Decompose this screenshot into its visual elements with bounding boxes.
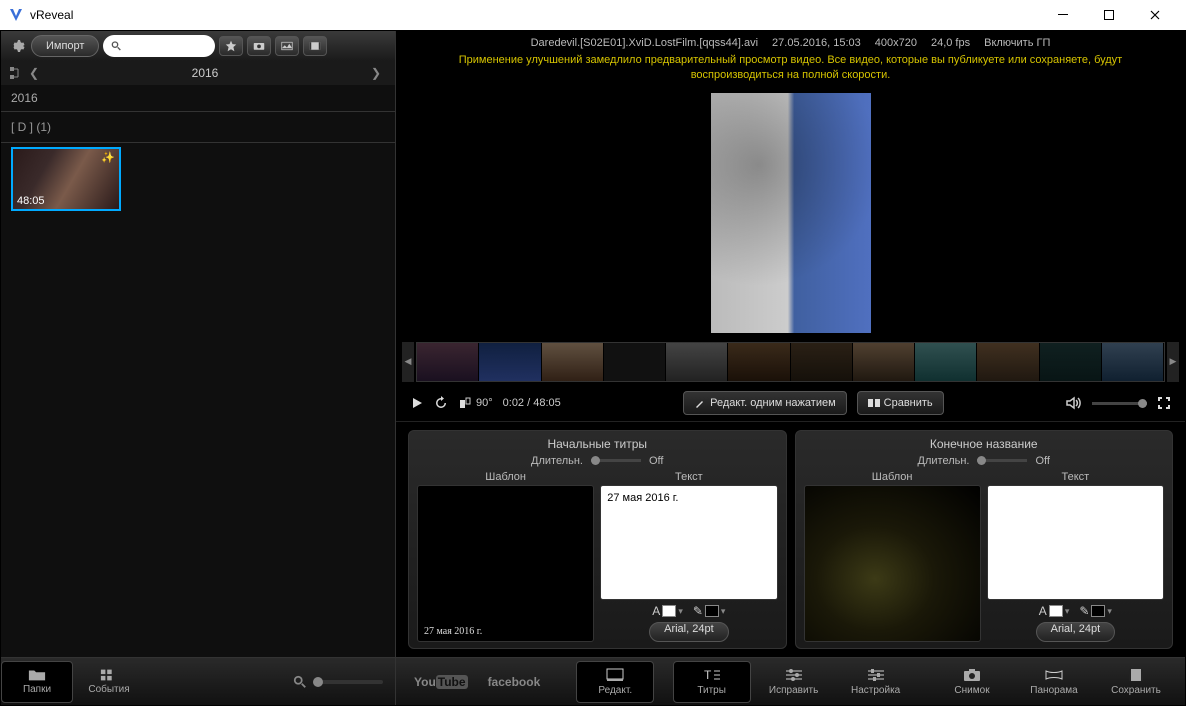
start-text-color[interactable]: A▾ xyxy=(652,604,683,618)
tab-snapshot[interactable]: Снимок xyxy=(933,661,1011,703)
video-fps: 24,0 fps xyxy=(931,37,970,49)
prev-year-button[interactable]: ❮ xyxy=(23,66,45,80)
tab-fix[interactable]: Исправить xyxy=(755,661,833,703)
warning-message: Применение улучшений замедлило предварит… xyxy=(396,51,1185,88)
youtube-button[interactable]: YouTube xyxy=(406,675,476,689)
fullscreen-button[interactable] xyxy=(1157,396,1171,410)
video-resolution: 400x720 xyxy=(875,37,917,49)
video-thumbnail[interactable]: ✨ 48:05 xyxy=(11,147,121,211)
start-titles-panel: Начальные титры Длительн. Off Шаблон 27 … xyxy=(408,430,787,649)
titles-icon: T xyxy=(702,667,722,683)
timeline-scroll-right[interactable]: ▶ xyxy=(1167,342,1179,382)
video-preview[interactable] xyxy=(396,88,1185,338)
compare-icon xyxy=(868,397,880,409)
panorama-icon xyxy=(1044,667,1064,683)
one-click-edit-button[interactable]: Редакт. одним нажатием xyxy=(683,391,847,415)
edit-icon xyxy=(605,667,625,683)
timeline: ◀ ▶ xyxy=(396,338,1185,386)
video-filename: Daredevil.[S02E01].XviD.LostFilm.[qqss44… xyxy=(531,37,758,49)
main-panel: Daredevil.[S02E01].XviD.LostFilm.[qqss44… xyxy=(396,31,1185,705)
thumbnail-zoom-slider[interactable] xyxy=(293,675,395,689)
year-label: 2016 xyxy=(45,66,365,80)
start-pen-color[interactable]: ✎▾ xyxy=(693,604,726,618)
sidebar-toolbar: Импорт xyxy=(1,31,395,61)
import-button[interactable]: Импорт xyxy=(31,35,99,57)
app-title: vReveal xyxy=(30,8,73,22)
playback-controls: 90° 0:02 / 48:05 Редакт. одним нажатием … xyxy=(396,386,1185,422)
search-input[interactable] xyxy=(103,35,215,57)
fix-icon xyxy=(784,667,804,683)
app-logo-icon xyxy=(8,7,24,23)
video-datetime: 27.05.2016, 15:03 xyxy=(772,37,861,49)
time-display: 0:02 / 48:05 xyxy=(503,397,561,409)
loop-button[interactable] xyxy=(434,396,448,410)
start-duration-slider[interactable] xyxy=(591,459,641,462)
end-text-input[interactable] xyxy=(987,485,1164,600)
start-font-button[interactable]: Arial, 24pt xyxy=(649,622,729,642)
video-filter-button[interactable] xyxy=(303,36,327,56)
thumbnail-duration: 48:05 xyxy=(17,195,45,207)
breadcrumb[interactable]: 2016 xyxy=(1,85,395,111)
titlebar: vReveal xyxy=(0,0,1186,30)
camera-icon xyxy=(962,667,982,683)
tree-icon[interactable] xyxy=(9,66,23,80)
video-info-bar: Daredevil.[S02E01].XviD.LostFilm.[qqss44… xyxy=(396,31,1185,51)
compare-button[interactable]: Сравнить xyxy=(857,391,944,415)
end-title-panel: Конечное название Длительн. Off Шаблон Т… xyxy=(795,430,1174,649)
wand-icon xyxy=(694,397,706,409)
tab-save[interactable]: Сохранить xyxy=(1097,661,1175,703)
volume-button[interactable] xyxy=(1066,396,1082,410)
tab-panorama[interactable]: Панорама xyxy=(1015,661,1093,703)
film-icon xyxy=(1126,667,1146,683)
end-template-preview[interactable] xyxy=(804,485,981,642)
magic-wand-icon: ✨ xyxy=(101,151,115,164)
end-text-color[interactable]: A▾ xyxy=(1039,604,1070,618)
folder-icon xyxy=(28,668,46,682)
end-font-button[interactable]: Arial, 24pt xyxy=(1036,622,1116,642)
tab-adjust[interactable]: Настройка xyxy=(837,661,915,703)
sidebar: Импорт ❮ 2016 ❯ 2016 [ D ] (1) ✨ 48:05 xyxy=(1,31,396,705)
tab-edit[interactable]: Редакт. xyxy=(576,661,654,703)
panel-title: Начальные титры xyxy=(417,437,778,451)
next-year-button[interactable]: ❯ xyxy=(365,66,387,80)
window-maximize-button[interactable] xyxy=(1086,0,1132,30)
timeline-strip[interactable] xyxy=(416,342,1165,382)
window-close-button[interactable] xyxy=(1132,0,1178,30)
play-button[interactable] xyxy=(410,396,424,410)
image-filter-button[interactable] xyxy=(275,36,299,56)
magnifier-icon xyxy=(293,675,307,689)
bottom-toolbar: YouTube facebook Редакт. T Титры Исправи… xyxy=(396,657,1185,705)
adjust-icon xyxy=(866,667,886,683)
panel-title: Конечное название xyxy=(804,437,1165,451)
sidebar-tab-folders[interactable]: Папки xyxy=(1,661,73,703)
sidebar-tab-events[interactable]: События xyxy=(73,661,145,703)
volume-slider[interactable] xyxy=(1092,402,1147,405)
tab-titles[interactable]: T Титры xyxy=(673,661,751,703)
enable-gpu-link[interactable]: Включить ГП xyxy=(984,37,1050,49)
facebook-button[interactable]: facebook xyxy=(480,675,549,689)
search-icon xyxy=(111,40,122,52)
start-text-input[interactable]: 27 мая 2016 г. xyxy=(600,485,777,600)
timeline-scroll-left[interactable]: ◀ xyxy=(402,342,414,382)
rotate-button[interactable]: 90° xyxy=(458,396,493,410)
end-pen-color[interactable]: ✎▾ xyxy=(1079,604,1112,618)
star-filter-button[interactable] xyxy=(219,36,243,56)
end-duration-slider[interactable] xyxy=(977,459,1027,462)
start-template-preview[interactable]: 27 мая 2016 г. xyxy=(417,485,594,642)
settings-button[interactable] xyxy=(7,36,27,56)
year-nav: ❮ 2016 ❯ xyxy=(1,61,395,85)
svg-text:T: T xyxy=(704,668,712,682)
grid-icon xyxy=(100,668,118,682)
window-minimize-button[interactable] xyxy=(1040,0,1086,30)
camera-filter-button[interactable] xyxy=(247,36,271,56)
drive-label: [ D ] (1) xyxy=(1,112,395,142)
